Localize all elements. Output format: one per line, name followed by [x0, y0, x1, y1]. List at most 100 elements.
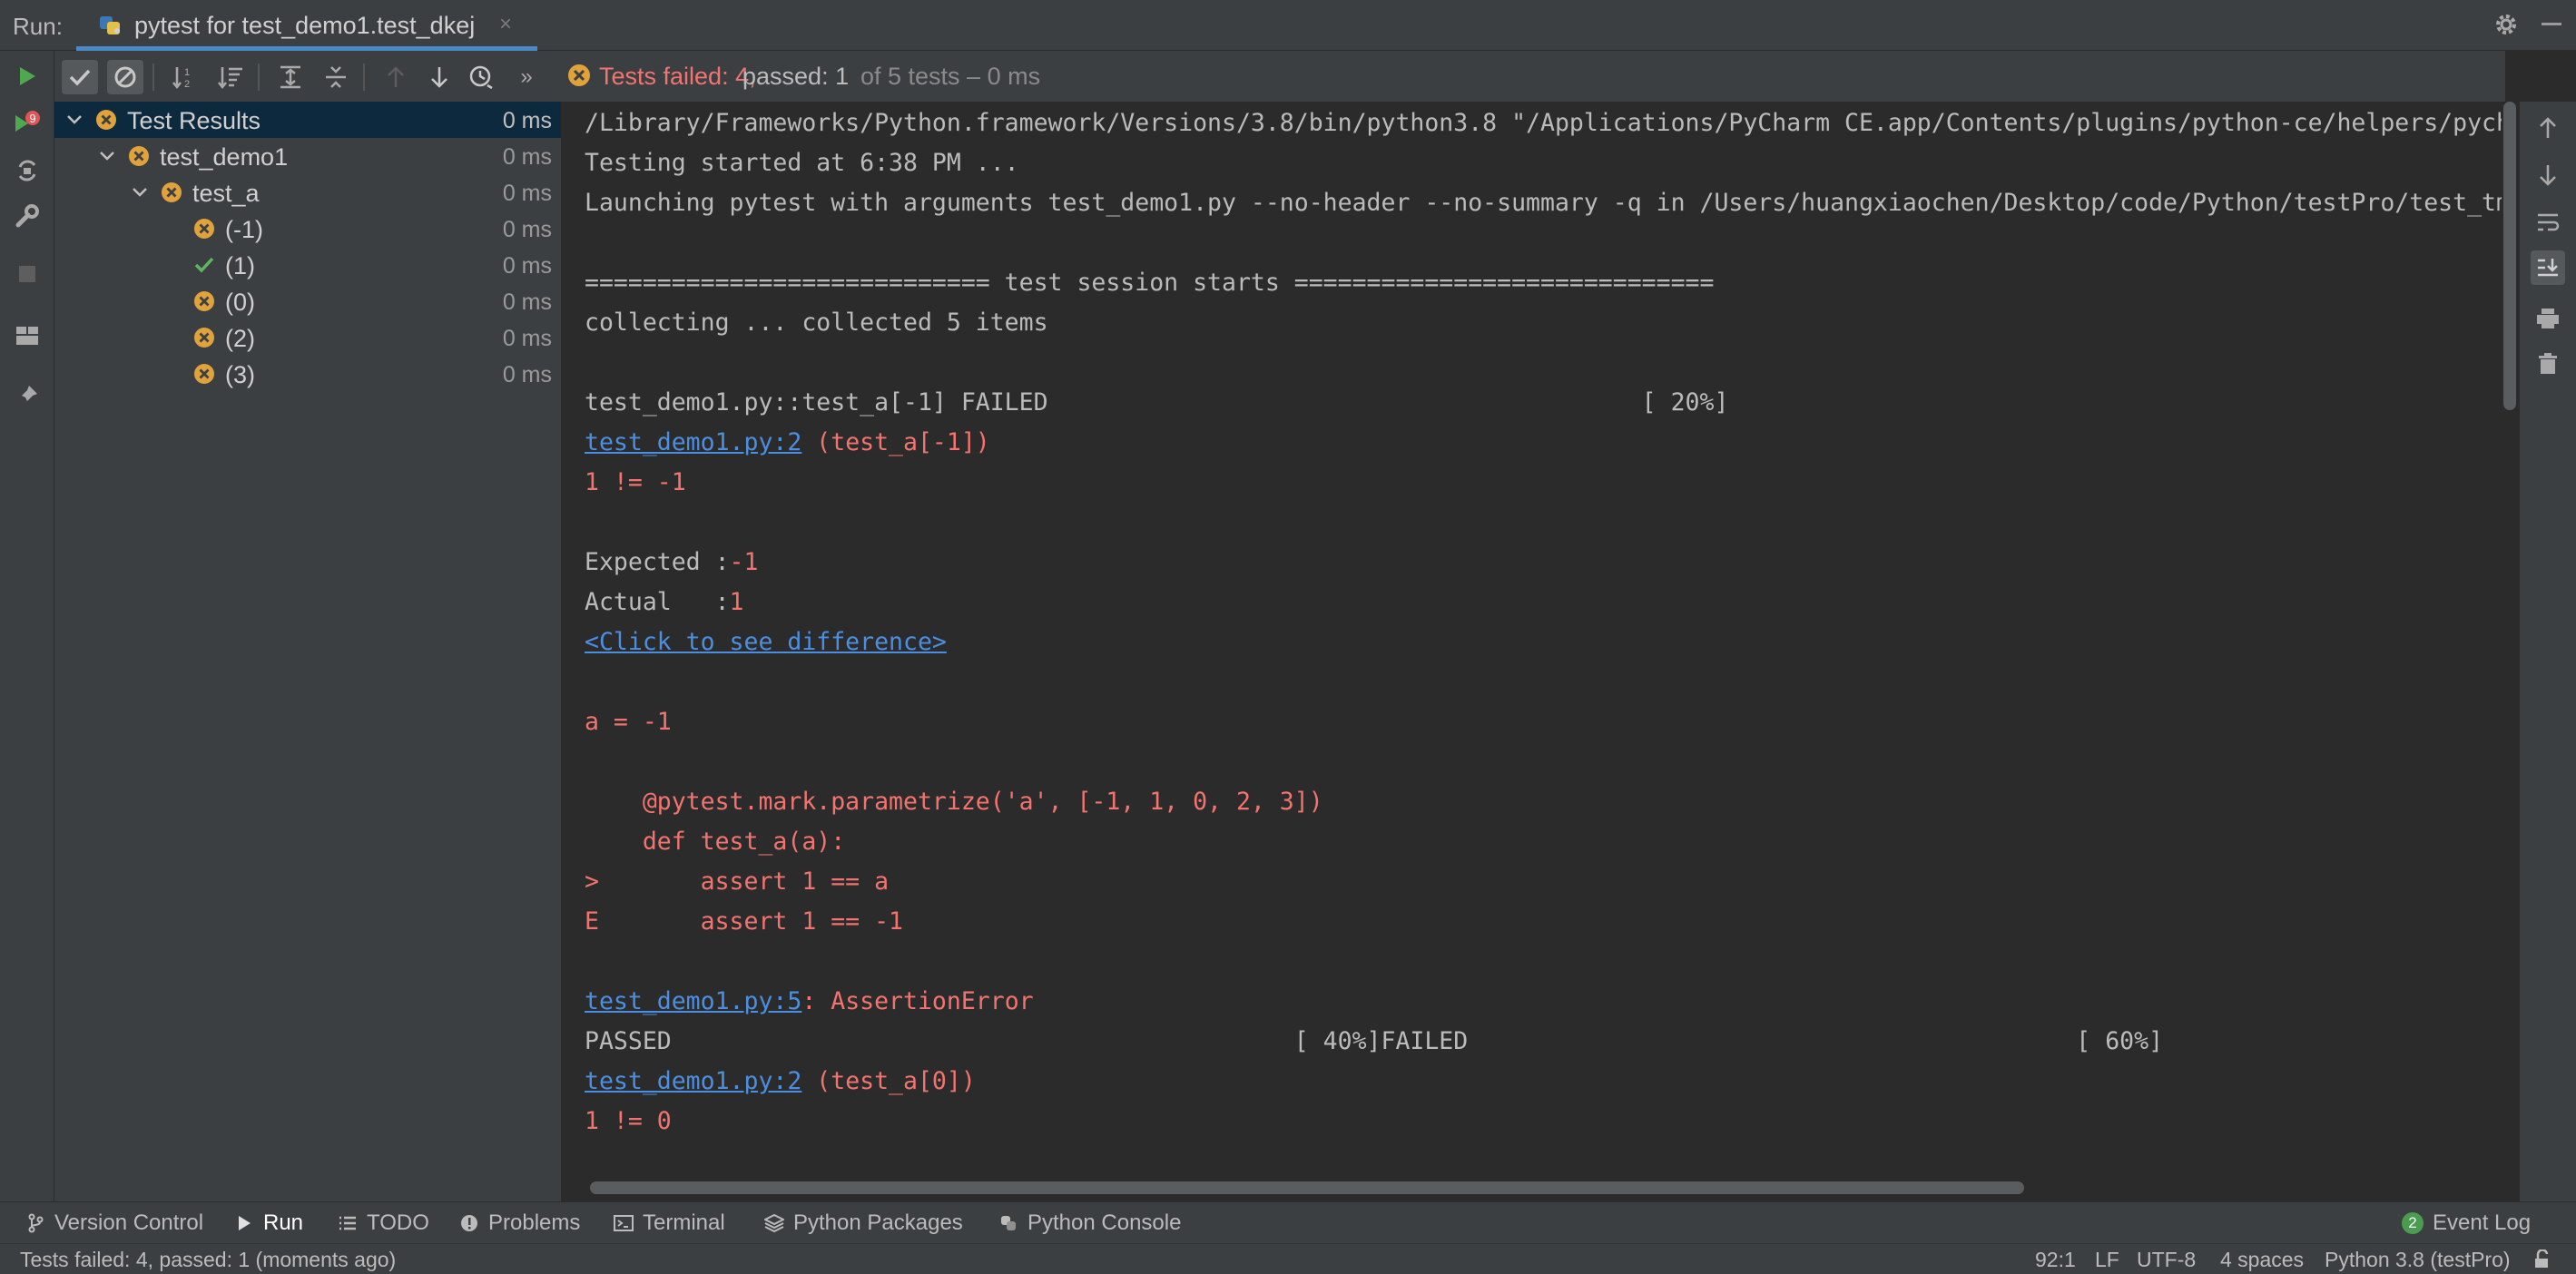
- console-text: (test_a[-1]): [801, 428, 990, 456]
- minimize-icon[interactable]: [2542, 23, 2561, 25]
- previous-failed-button[interactable]: [378, 60, 414, 94]
- tab-label: Python Packages: [793, 1210, 963, 1235]
- status-message[interactable]: Tests failed: 4, passed: 1 (moments ago): [20, 1248, 396, 1272]
- run-icon: [234, 1213, 254, 1233]
- more-actions-icon[interactable]: »: [508, 60, 545, 94]
- scroll-to-end-button[interactable]: [2531, 250, 2565, 285]
- arrow-down-icon: [431, 67, 447, 88]
- toggle-auto-test-button[interactable]: [11, 154, 44, 187]
- tree-node-duration: 0 ms: [502, 181, 552, 206]
- console-line: test_demo1.py:2 (test_a[-1]): [585, 425, 990, 461]
- console-line: E assert 1 == -1: [585, 904, 903, 940]
- pin-tab-button[interactable]: [11, 379, 44, 412]
- run-tab[interactable]: pytest for test_demo1.test_dkej ×: [76, 0, 537, 51]
- tree-node[interactable]: (1) 0 ms: [54, 247, 561, 283]
- close-tab-icon[interactable]: ×: [499, 12, 512, 37]
- console-text: : AssertionError: [801, 987, 1034, 1015]
- tree-node[interactable]: test_a 0 ms: [54, 174, 561, 211]
- tree-node[interactable]: (2) 0 ms: [54, 319, 561, 356]
- next-failed-button[interactable]: [421, 60, 457, 94]
- python-interpreter[interactable]: Python 3.8 (testPro): [2325, 1248, 2511, 1272]
- tab-problems[interactable]: Problems: [459, 1202, 580, 1244]
- chevron-down-icon[interactable]: [96, 145, 118, 167]
- print-icon: [2537, 309, 2559, 328]
- tree-node[interactable]: (-1) 0 ms: [54, 211, 561, 247]
- tab-run[interactable]: Run: [234, 1202, 303, 1244]
- expand-all-icon: [280, 65, 300, 89]
- tree-node-label: test_a: [192, 180, 260, 207]
- toolbar-separator: [363, 64, 365, 91]
- tree-node[interactable]: test_demo1 0 ms: [54, 138, 561, 174]
- chevron-down-icon[interactable]: [129, 181, 151, 203]
- chevron-down-icon[interactable]: [64, 109, 85, 131]
- line-separator[interactable]: LF: [2095, 1248, 2119, 1272]
- tab-label: Python Console: [1027, 1210, 1182, 1235]
- sort-by-duration-button[interactable]: [212, 60, 249, 94]
- console-link[interactable]: test_demo1.py:5: [585, 987, 801, 1015]
- horizontal-scroll-thumb[interactable]: [590, 1181, 2024, 1194]
- console-link[interactable]: test_demo1.py:2: [585, 1067, 801, 1095]
- console-text: test_demo1.py::test_a[-1] FAILED [ 20%]: [585, 388, 1729, 416]
- stop-icon: [19, 266, 35, 282]
- lock-icon[interactable]: [2532, 1250, 2552, 1269]
- tab-event-log[interactable]: 2 Event Log: [2402, 1202, 2531, 1244]
- tree-node[interactable]: (3) 0 ms: [54, 356, 561, 392]
- tab-version-control[interactable]: Version Control: [25, 1202, 203, 1244]
- console-link[interactable]: test_demo1.py:2: [585, 428, 801, 456]
- settings-button[interactable]: [11, 200, 44, 232]
- test-history-button[interactable]: [463, 60, 499, 94]
- show-ignored-button[interactable]: [107, 60, 143, 94]
- tree-node-label: (3): [225, 361, 255, 388]
- arrow-up-icon: [388, 66, 404, 87]
- stop-button[interactable]: [11, 258, 44, 290]
- file-encoding[interactable]: UTF-8: [2137, 1248, 2196, 1272]
- console-text: collecting ... collected 5 items: [585, 309, 1048, 337]
- tab-label: TODO: [367, 1210, 429, 1235]
- print-button[interactable]: [2531, 301, 2565, 336]
- console-link[interactable]: <Click to see difference>: [585, 628, 947, 656]
- failed-icon: [194, 291, 214, 311]
- rerun-failed-icon: 9: [15, 111, 40, 132]
- rerun-failed-button[interactable]: 9: [11, 107, 44, 140]
- tab-python-console[interactable]: Python Console: [998, 1202, 1181, 1244]
- tree-node-duration: 0 ms: [502, 289, 552, 315]
- rerun-button[interactable]: [11, 60, 44, 93]
- up-stack-trace-button[interactable]: [2531, 111, 2565, 145]
- pytest-icon: [100, 16, 120, 34]
- show-passed-button[interactable]: [62, 60, 98, 94]
- tab-python-packages[interactable]: Python Packages: [764, 1202, 963, 1244]
- gear-icon[interactable]: [2492, 11, 2520, 38]
- indent-setting[interactable]: 4 spaces: [2220, 1248, 2304, 1272]
- down-stack-trace-button[interactable]: [2531, 158, 2565, 192]
- restore-layout-button[interactable]: [11, 319, 44, 352]
- tests-total-duration: of 5 tests – 0 ms: [860, 63, 1041, 90]
- tab-label: Version Control: [54, 1210, 204, 1235]
- caret-position[interactable]: 92:1: [2035, 1248, 2076, 1272]
- run-label: Run:: [13, 13, 63, 40]
- sort-alphabetically-button[interactable]: 1 2: [167, 60, 203, 94]
- failed-icon: [96, 110, 116, 130]
- tree-node[interactable]: Test Results 0 ms: [54, 102, 561, 138]
- console-text: -1: [729, 548, 759, 576]
- tree-node[interactable]: (0) 0 ms: [54, 283, 561, 319]
- tab-todo[interactable]: TODO: [338, 1202, 429, 1244]
- status-bar: Tests failed: 4, passed: 1 (moments ago)…: [0, 1243, 2576, 1274]
- run-icon: [20, 67, 35, 85]
- vertical-scroll-thumb[interactable]: [2503, 102, 2516, 410]
- console-horizontal-scrollbar[interactable]: [565, 1174, 2503, 1201]
- console-text: def test_a(a):: [585, 828, 846, 856]
- console-text: 1 != 0: [585, 1107, 672, 1135]
- collapse-all-button[interactable]: [318, 60, 354, 94]
- console-line: Expected :-1: [585, 544, 758, 581]
- console-line: 1 != -1: [585, 465, 686, 501]
- tab-terminal[interactable]: Terminal: [614, 1202, 725, 1244]
- console-output[interactable]: /Library/Frameworks/Python.framework/Ver…: [565, 102, 2503, 1174]
- console-text: Actual :: [585, 588, 730, 616]
- soft-wrap-button[interactable]: [2531, 205, 2565, 240]
- console-line: test_demo1.py:2 (test_a[0]): [585, 1063, 976, 1100]
- expand-all-button[interactable]: [272, 60, 309, 94]
- ignored-icon: [114, 66, 136, 88]
- clear-all-button[interactable]: [2531, 347, 2565, 381]
- auto-test-icon: [18, 160, 36, 181]
- console-line: test_demo1.py:5: AssertionError: [585, 984, 1034, 1020]
